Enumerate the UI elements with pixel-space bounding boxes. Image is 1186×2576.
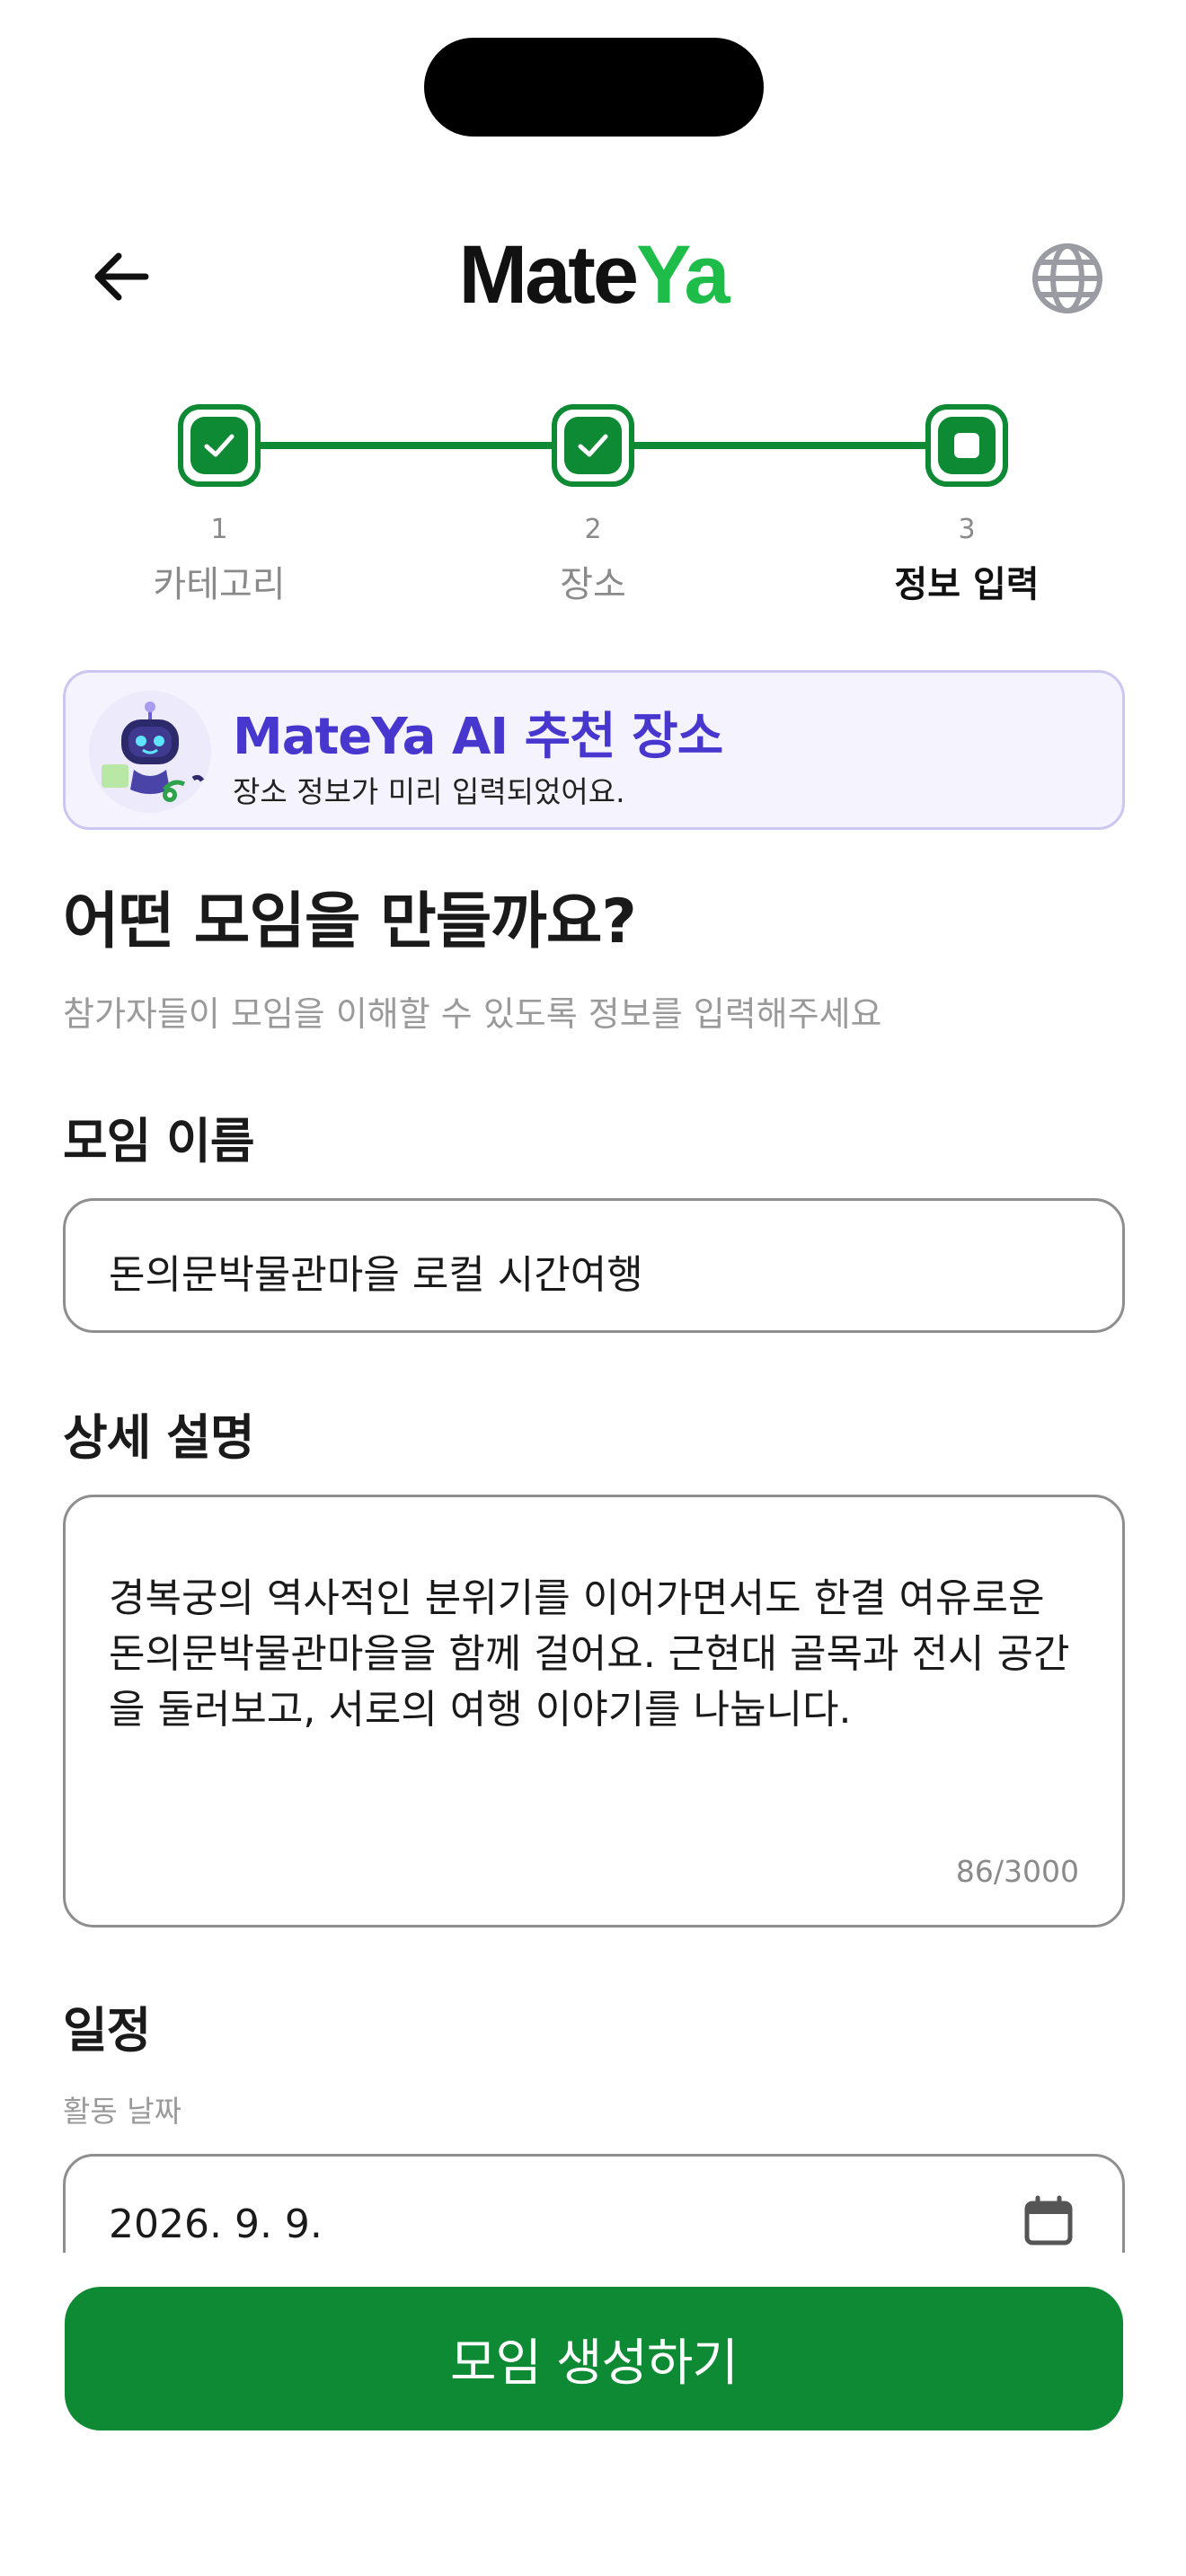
stepper-line-1 — [261, 442, 557, 449]
check-icon — [578, 434, 608, 457]
calendar-icon[interactable] — [1022, 2194, 1075, 2248]
language-button[interactable] — [1024, 235, 1111, 322]
meeting-name-input[interactable]: 돈의문박물관마을 로컬 시간여행 — [63, 1198, 1125, 1333]
ai-recommendation-banner: MateYa AI 추천 장소 장소 정보가 미리 입력되었어요. — [63, 670, 1125, 830]
dynamic-island — [424, 38, 764, 137]
meeting-name-value: 돈의문박물관마을 로컬 시간여행 — [109, 1252, 643, 1298]
schedule-label: 일정 — [63, 2002, 151, 2059]
activity-date-value: 2026. 9. 9. — [109, 2201, 323, 2247]
step-1-label: 카테고리 — [153, 564, 286, 605]
description-value: 경복궁의 역사적인 분위기를 이어가면서도 한결 여유로운 돈의문박물관마을을 … — [109, 1575, 1070, 1733]
step-3-label: 정보 입력 — [894, 564, 1040, 605]
logo-text-mate: Mate — [458, 229, 639, 321]
activity-date-input[interactable]: 2026. 9. 9. — [63, 2154, 1125, 2253]
create-meeting-button[interactable]: 모임 생성하기 — [65, 2287, 1123, 2430]
step-3-current-indicator — [925, 404, 1008, 487]
step-1-number: 1 — [210, 514, 228, 545]
app-header: MateYa — [0, 216, 1186, 332]
description-label: 상세 설명 — [63, 1409, 255, 1466]
step-2-done-indicator — [552, 404, 634, 487]
step-2-label: 장소 — [560, 564, 626, 605]
step-1-done-indicator — [178, 404, 261, 487]
description-textarea[interactable]: 경복궁의 역사적인 분위기를 이어가면서도 한결 여유로운 돈의문박물관마을을 … — [63, 1495, 1125, 1928]
globe-icon — [1032, 243, 1102, 313]
banner-subtitle: 장소 정보가 미리 입력되었어요. — [233, 774, 625, 809]
logo-text-ya: Ya — [636, 229, 730, 321]
description-char-counter: 86/3000 — [955, 1854, 1079, 1889]
step-3-number: 3 — [958, 514, 976, 545]
check-icon — [204, 434, 235, 457]
activity-date-label: 활동 날짜 — [63, 2094, 181, 2129]
ai-robot-avatar-icon — [89, 691, 211, 813]
progress-stepper: 1 2 3 카테고리 장소 정보 입력 — [0, 401, 1186, 616]
stepper-line-2 — [634, 442, 931, 449]
page-subtitle: 참가자들이 모임을 이해할 수 있도록 정보를 입력해주세요 — [63, 994, 882, 1034]
date-field-viewport: 2026. 9. 9. — [0, 2147, 1186, 2253]
page-title: 어떤 모임을 만들까요? — [63, 887, 637, 957]
banner-title: MateYa AI 추천 장소 — [233, 708, 723, 766]
app-logo: MateYa — [0, 234, 1186, 316]
step-2-number: 2 — [584, 514, 602, 545]
meeting-name-label: 모임 이름 — [63, 1113, 255, 1169]
current-step-square-icon — [954, 433, 979, 458]
